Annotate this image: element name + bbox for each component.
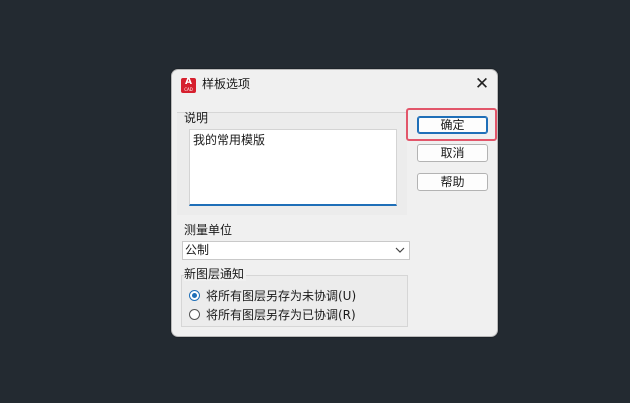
help-button[interactable]: 帮助: [417, 173, 488, 191]
radio-option-label: 将所有图层另存为未协调(U): [206, 289, 357, 303]
app-icon-letter: A: [185, 77, 192, 87]
app-icon-sub: CAD: [184, 87, 193, 92]
description-label: 说明: [184, 111, 209, 125]
new-layer-notify-label: 新图层通知: [184, 267, 247, 281]
radio-option-label: 将所有图层另存为已协调(R): [206, 308, 356, 322]
template-options-dialog: A CAD 样板选项 ✕ 说明 我的常用模版 确定 取消 帮助 测量单位 公制 …: [171, 69, 498, 337]
close-icon[interactable]: ✕: [472, 75, 492, 95]
measurement-selected: 公制: [185, 243, 210, 257]
radio-button-checked[interactable]: [189, 290, 200, 301]
chevron-down-icon: [395, 247, 405, 253]
measurement-label: 测量单位: [184, 223, 233, 237]
autocad-logo-icon: A CAD: [181, 78, 196, 93]
dialog-title: 样板选项: [202, 77, 251, 91]
cancel-button[interactable]: 取消: [417, 144, 488, 162]
description-textarea[interactable]: 我的常用模版: [189, 129, 397, 206]
ok-button[interactable]: 确定: [417, 116, 488, 134]
description-text: 我的常用模版: [193, 133, 266, 147]
measurement-select[interactable]: 公制: [182, 241, 410, 260]
radio-button[interactable]: [189, 309, 200, 320]
